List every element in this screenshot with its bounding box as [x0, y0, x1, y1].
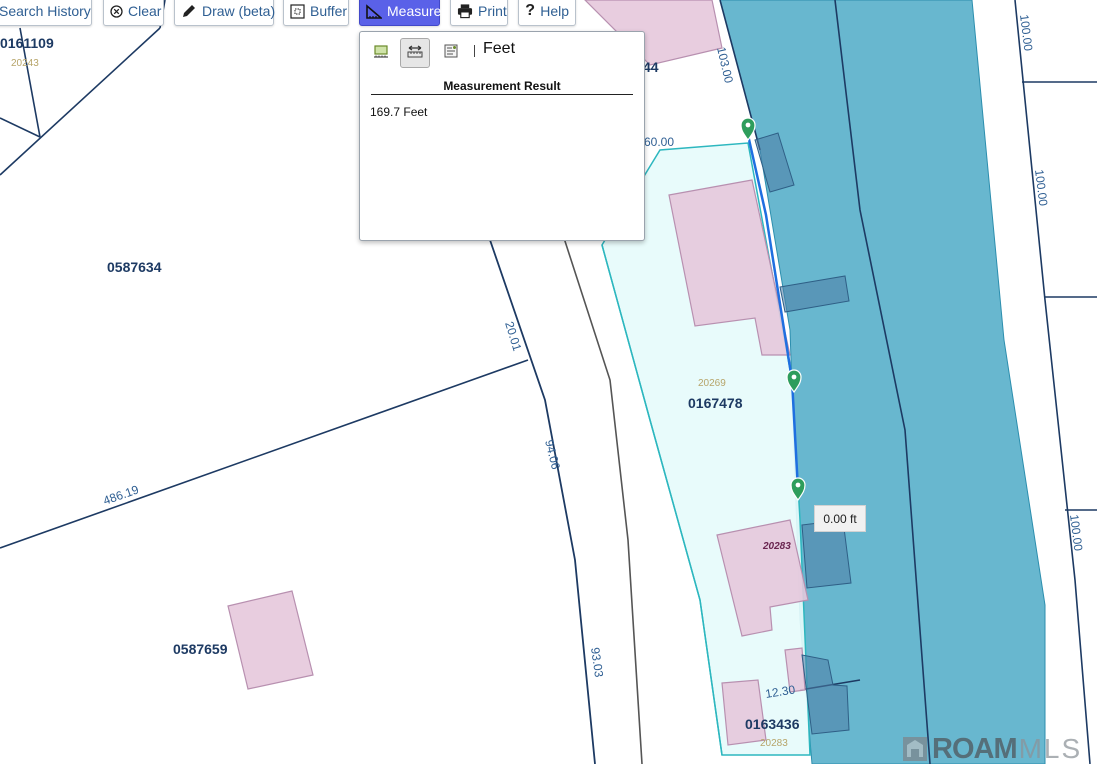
measurement-result-value: 169.7 Feet	[370, 105, 428, 119]
measure-label: Measure	[387, 3, 442, 19]
dimension-94: 94.06	[542, 438, 563, 471]
measure-panel: Feet Measurement Result 169.7 Feet	[359, 31, 645, 241]
result-divider	[371, 94, 633, 95]
dimension-100-low: 100.00	[1067, 514, 1085, 552]
measure-marker-1[interactable]	[740, 117, 756, 142]
location-tool-button[interactable]	[436, 38, 466, 68]
address-20283-bottom: 20283	[760, 738, 788, 749]
draw-label: Draw (beta)	[202, 3, 276, 19]
question-icon: ?	[525, 2, 535, 19]
parcel-id-0587659: 0587659	[173, 641, 228, 657]
area-tool-button[interactable]	[366, 38, 396, 68]
map-toolbar: Search History Clear Draw (beta) Buffer …	[0, 0, 590, 28]
buffer-icon	[290, 3, 305, 19]
dimension-103: 103.00	[714, 46, 736, 85]
clear-icon	[110, 3, 123, 19]
distance-measure-icon	[406, 43, 424, 64]
area-measure-icon	[372, 43, 390, 64]
distance-tool-button[interactable]	[400, 38, 430, 68]
help-label: Help	[540, 3, 569, 19]
address-20269: 20269	[698, 378, 726, 389]
location-measure-icon	[443, 43, 459, 64]
road-edge-outer	[489, 239, 596, 764]
buffer-button[interactable]: Buffer	[283, 0, 349, 26]
print-button[interactable]: Print	[450, 0, 508, 26]
dimension-93: 93.03	[588, 646, 606, 678]
parcel-id-0161109: 0161109	[0, 35, 54, 51]
address-20283-building: 20283	[762, 541, 791, 552]
search-history-label: Search History	[0, 3, 91, 19]
mls-logo-text: MLS	[1018, 733, 1083, 764]
address-20243: 20243	[11, 58, 39, 69]
buffer-label: Buffer	[310, 3, 348, 19]
parcel-id-0167478: 0167478	[688, 395, 743, 411]
search-history-button[interactable]: Search History	[0, 0, 92, 26]
parcel-id-0163436: 0163436	[745, 716, 800, 732]
measure-button[interactable]: Measure	[359, 0, 442, 26]
roam-logo-text: ROAM	[932, 732, 1018, 765]
parcel-id-0587634: 0587634	[107, 259, 162, 275]
parcel-id-partial: 44	[643, 59, 659, 75]
dimension-60: 60.00	[644, 135, 674, 149]
roam-mls-logo: ROAM MLS	[902, 732, 1083, 765]
roam-logo-icon	[903, 737, 927, 761]
clear-label: Clear	[128, 3, 162, 19]
unit-selector[interactable]: Feet	[483, 40, 515, 58]
print-label: Print	[478, 3, 507, 19]
ruler-icon	[366, 3, 382, 19]
pencil-icon	[181, 3, 197, 19]
measurement-result-title: Measurement Result	[443, 79, 561, 93]
segment-length-tooltip: 0.00 ft	[814, 505, 866, 532]
unit-separator	[474, 45, 475, 57]
draw-button[interactable]: Draw (beta)	[174, 0, 276, 26]
dimension-20: 20.01	[502, 320, 524, 353]
dimension-486: 486.19	[101, 482, 141, 508]
help-button[interactable]: ? Help	[518, 0, 576, 26]
printer-icon	[457, 3, 473, 19]
clear-button[interactable]: Clear	[103, 0, 164, 26]
